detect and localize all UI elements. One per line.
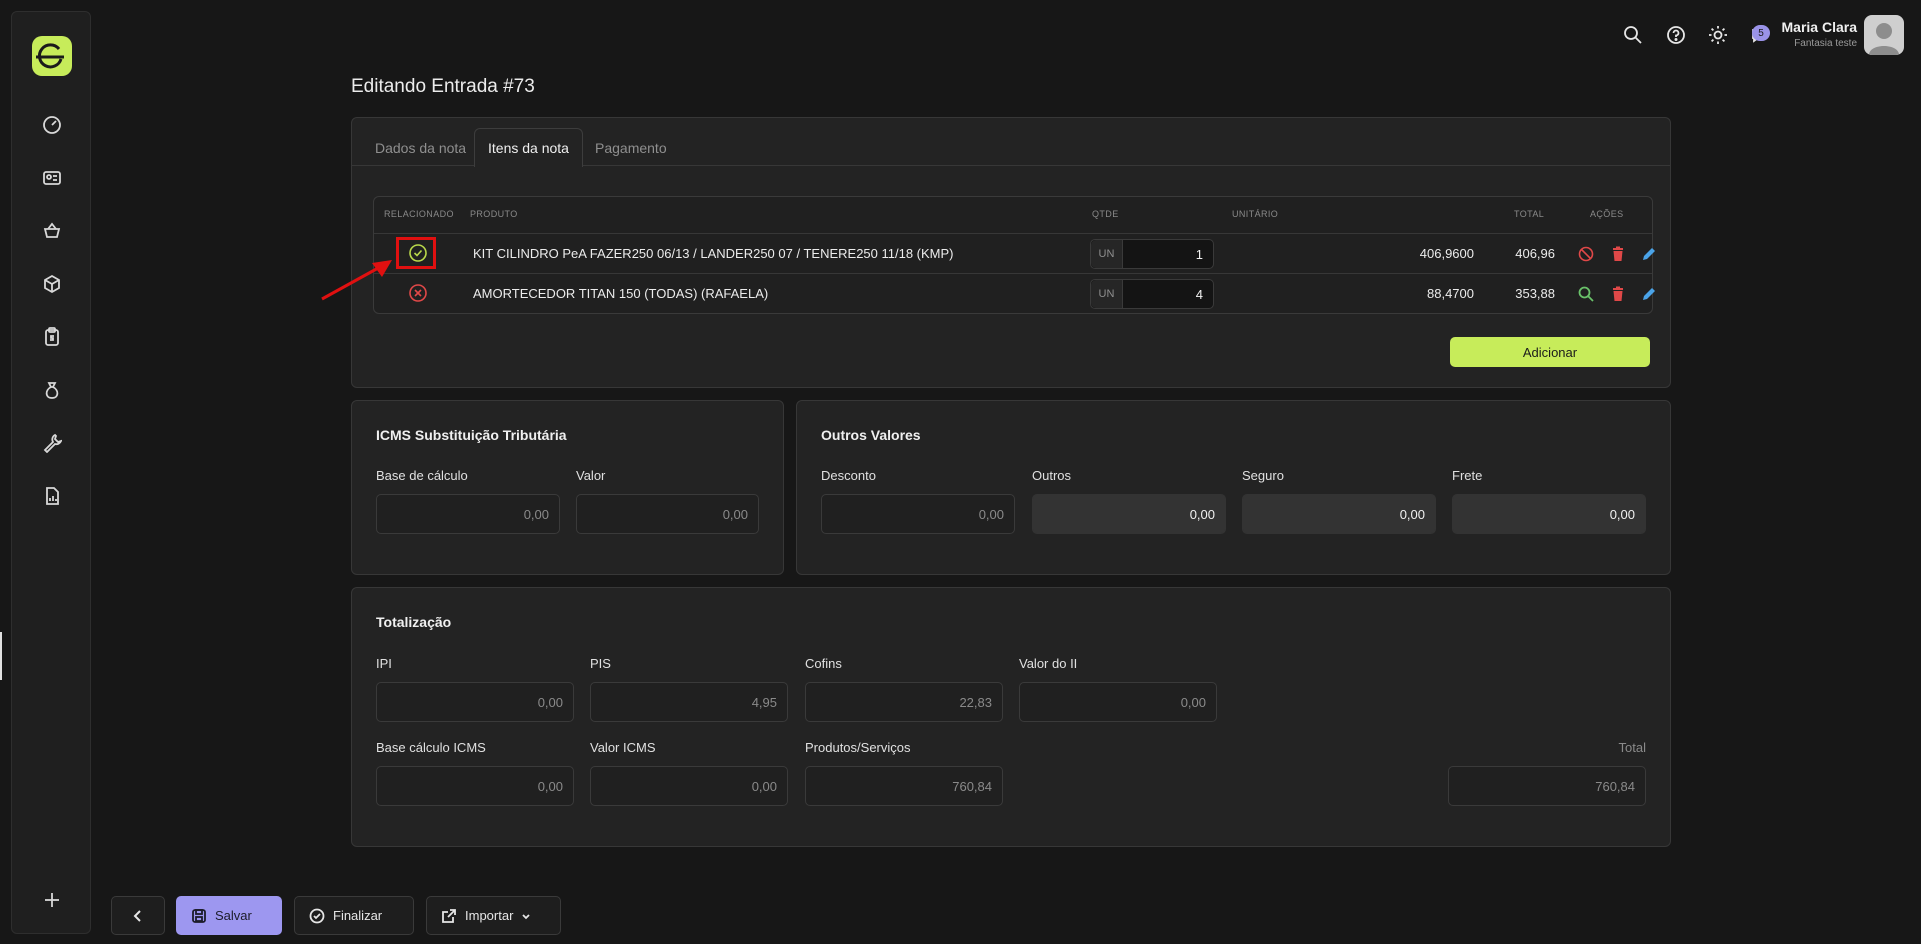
cofins-label: Cofins bbox=[805, 656, 842, 671]
finish-label: Finalizar bbox=[333, 908, 383, 923]
valor-icms-input[interactable]: 0,00 bbox=[590, 766, 788, 806]
wrench-icon[interactable] bbox=[40, 431, 64, 455]
contacts-card-icon[interactable] bbox=[40, 166, 64, 190]
ipi-label: IPI bbox=[376, 656, 392, 671]
base-icms-label: Base cálculo ICMS bbox=[376, 740, 486, 755]
outros-input[interactable]: 0,00 bbox=[1032, 494, 1226, 534]
chevron-down-icon bbox=[522, 913, 531, 919]
row-total: 353,88 bbox=[1515, 286, 1555, 301]
pis-label: PIS bbox=[590, 656, 611, 671]
money-bag-icon[interactable] bbox=[40, 378, 64, 402]
header-unit-price: UNITÁRIO bbox=[1232, 209, 1279, 219]
valor-label: Valor bbox=[576, 468, 606, 483]
trash-icon[interactable] bbox=[1609, 245, 1627, 263]
qty-value: 4 bbox=[1195, 287, 1203, 302]
base-calculo-input[interactable]: 0,00 bbox=[376, 494, 560, 534]
produtos-servicos-label: Produtos/Serviços bbox=[805, 740, 911, 755]
row-divider bbox=[374, 273, 1652, 274]
import-label: Importar bbox=[465, 908, 514, 923]
not-related-x-icon[interactable] bbox=[408, 283, 428, 303]
row-divider bbox=[374, 233, 1652, 234]
pis-input[interactable]: 4,95 bbox=[590, 682, 788, 722]
tab-pagamento[interactable]: Pagamento bbox=[582, 128, 680, 167]
save-icon bbox=[192, 908, 206, 923]
total-label: Total bbox=[1618, 740, 1646, 755]
annotation-arrow bbox=[321, 260, 392, 301]
items-table: RELACIONADO PRODUTO QTDE UNITÁRIO TOTAL … bbox=[373, 196, 1655, 314]
outros-label: Outros bbox=[1032, 468, 1072, 483]
qty-input[interactable]: UN 4 bbox=[1090, 279, 1214, 309]
annotation-highlight-box bbox=[396, 237, 436, 269]
active-indicator bbox=[0, 632, 2, 680]
unit-price: 88,4700 bbox=[1427, 286, 1474, 301]
frete-label: Frete bbox=[1452, 468, 1483, 483]
app-logo[interactable] bbox=[32, 36, 72, 76]
desconto-input[interactable]: 0,00 bbox=[821, 494, 1015, 534]
frete-input[interactable]: 0,00 bbox=[1452, 494, 1646, 534]
chevron-left-icon bbox=[133, 909, 141, 922]
row-total: 406,96 bbox=[1515, 246, 1555, 261]
basket-icon[interactable] bbox=[40, 219, 64, 243]
sidebar bbox=[11, 11, 91, 934]
back-button[interactable] bbox=[111, 896, 165, 935]
header-qty: QTDE bbox=[1092, 209, 1119, 219]
user-name[interactable]: Maria Clara bbox=[1740, 19, 1857, 35]
import-dropdown-button[interactable]: Importar bbox=[426, 896, 561, 935]
plus-icon[interactable] bbox=[40, 888, 64, 912]
search-product-icon[interactable] bbox=[1577, 285, 1595, 303]
ipi-input[interactable]: 0,00 bbox=[376, 682, 574, 722]
check-circle-icon bbox=[309, 908, 325, 923]
header-total: TOTAL bbox=[1514, 209, 1545, 219]
tab-dados-da-nota[interactable]: Dados da nota bbox=[362, 128, 479, 167]
avatar[interactable] bbox=[1864, 15, 1904, 55]
seguro-label: Seguro bbox=[1242, 468, 1284, 483]
desconto-label: Desconto bbox=[821, 468, 876, 483]
user-company: Fantasia teste bbox=[1794, 38, 1857, 49]
clipboard-dollar-icon[interactable] bbox=[40, 325, 64, 349]
qty-input[interactable]: UN 1 bbox=[1090, 239, 1214, 269]
add-item-button[interactable]: Adicionar bbox=[1450, 337, 1650, 367]
header-related: RELACIONADO bbox=[384, 209, 454, 219]
header-product: PRODUTO bbox=[470, 209, 518, 219]
cofins-input[interactable]: 22,83 bbox=[805, 682, 1003, 722]
header-actions: AÇÕES bbox=[1590, 209, 1624, 219]
dashboard-icon[interactable] bbox=[40, 113, 64, 137]
outros-valores-panel bbox=[796, 400, 1671, 575]
base-icms-input[interactable]: 0,00 bbox=[376, 766, 574, 806]
valor-ii-label: Valor do II bbox=[1019, 656, 1078, 671]
unit-price: 406,9600 bbox=[1419, 246, 1474, 261]
external-link-icon bbox=[442, 908, 456, 923]
search-icon[interactable] bbox=[1622, 24, 1644, 46]
outros-valores-title: Outros Valores bbox=[821, 427, 921, 443]
tab-bar: Dados da nota Itens da nota Pagamento bbox=[352, 118, 1670, 167]
qty-unit: UN bbox=[1091, 280, 1123, 308]
box-icon[interactable] bbox=[40, 272, 64, 296]
qty-unit: UN bbox=[1091, 240, 1123, 268]
icms-st-title: ICMS Substituição Tributária bbox=[376, 427, 567, 443]
qty-value: 1 bbox=[1195, 247, 1203, 262]
base-calculo-label: Base de cálculo bbox=[376, 468, 468, 483]
page-title: Editando Entrada #73 bbox=[351, 76, 535, 97]
product-name: AMORTECEDOR TITAN 150 (TODAS) (RAFAELA) bbox=[473, 286, 769, 301]
totalizacao-title: Totalização bbox=[376, 614, 452, 630]
edit-pencil-icon[interactable] bbox=[1640, 285, 1658, 303]
finish-button[interactable]: Finalizar bbox=[294, 896, 414, 935]
help-icon[interactable] bbox=[1665, 24, 1687, 46]
unlink-icon[interactable] bbox=[1577, 245, 1595, 263]
total-input[interactable]: 760,84 bbox=[1448, 766, 1646, 806]
save-label: Salvar bbox=[215, 908, 252, 923]
product-name: KIT CILINDRO PeA FAZER250 06/13 / LANDER… bbox=[473, 246, 954, 261]
trash-icon[interactable] bbox=[1609, 285, 1627, 303]
report-icon[interactable] bbox=[40, 484, 64, 508]
tab-itens-da-nota[interactable]: Itens da nota bbox=[474, 128, 583, 167]
valor-input[interactable]: 0,00 bbox=[576, 494, 759, 534]
save-button[interactable]: Salvar bbox=[176, 896, 282, 935]
theme-toggle-icon[interactable] bbox=[1707, 24, 1729, 46]
seguro-input[interactable]: 0,00 bbox=[1242, 494, 1436, 534]
valor-ii-input[interactable]: 0,00 bbox=[1019, 682, 1217, 722]
produtos-servicos-input[interactable]: 760,84 bbox=[805, 766, 1003, 806]
edit-pencil-icon[interactable] bbox=[1640, 245, 1658, 263]
valor-icms-label: Valor ICMS bbox=[590, 740, 656, 755]
